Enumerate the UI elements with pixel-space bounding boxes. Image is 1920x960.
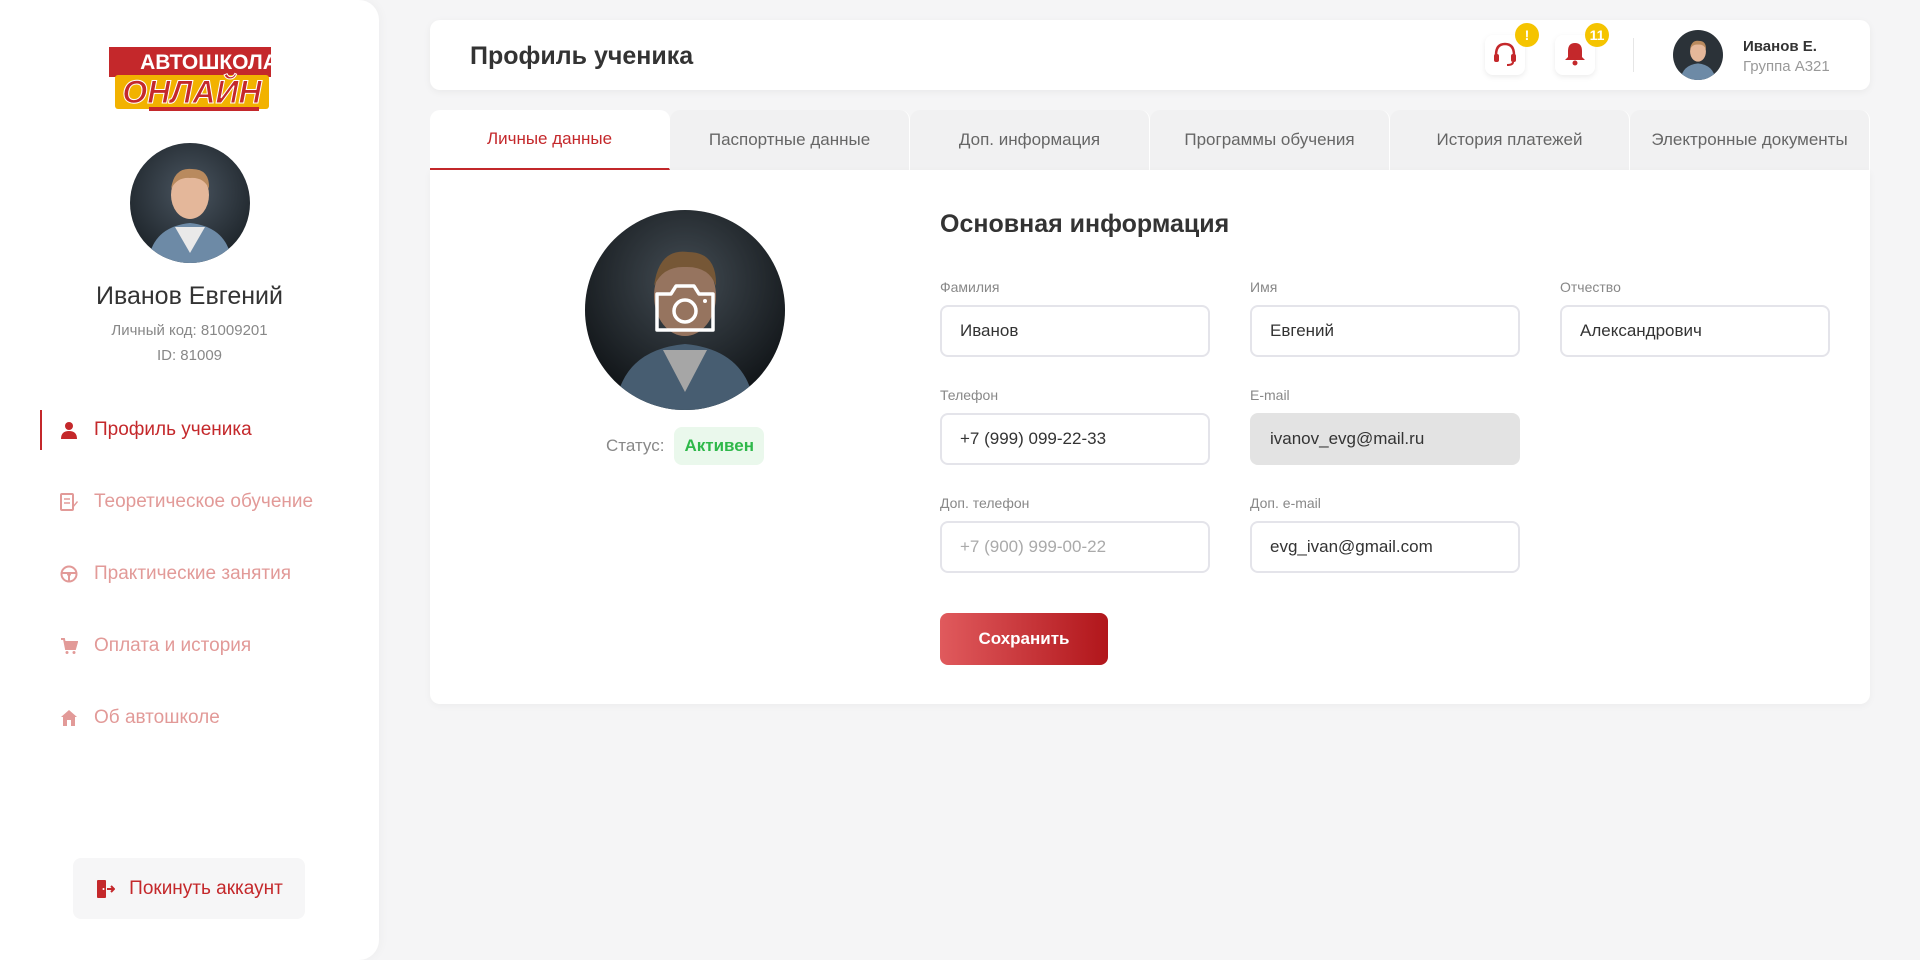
notifications-badge: 11 <box>1585 23 1609 47</box>
sidebar-user-id: ID: 81009 <box>156 347 223 364</box>
tab-passport-data[interactable]: Паспортные данные <box>670 110 910 170</box>
extra-email-input[interactable] <box>1250 521 1520 573</box>
logout-icon <box>95 879 116 899</box>
logo-line2: ОНЛАЙН <box>122 74 262 110</box>
profile-tabs: Личные данные Паспортные данные Доп. инф… <box>430 110 1870 170</box>
support-button[interactable]: ! <box>1485 23 1539 75</box>
save-button[interactable]: Сохранить <box>940 613 1108 665</box>
extra-phone-input[interactable] <box>940 521 1210 573</box>
sidebar-item-theory[interactable]: Теоретическое обучение <box>40 482 379 522</box>
header-user-name: Иванов Е. <box>1743 38 1817 55</box>
first-name-input[interactable] <box>1250 305 1520 357</box>
sidebar-item-about[interactable]: Об автошколе <box>40 698 379 738</box>
support-badge: ! <box>1515 23 1539 47</box>
status-row: Статус: Активен <box>606 426 764 466</box>
cart-icon <box>60 637 78 655</box>
extra-phone-label: Доп. телефон <box>940 495 1030 511</box>
home-icon <box>60 709 78 727</box>
first-name-label: Имя <box>1250 279 1278 295</box>
sidebar-item-label: Теоретическое обучение <box>94 491 314 512</box>
steering-wheel-icon <box>60 565 78 583</box>
patronymic-input[interactable] <box>1560 305 1830 357</box>
header-user-group: Группа А321 <box>1743 58 1830 75</box>
headset-icon <box>1492 40 1518 71</box>
sidebar-item-label: Об автошколе <box>94 707 220 728</box>
status-badge: Активен <box>674 427 764 465</box>
sidebar-item-payment[interactable]: Оплата и история <box>40 626 379 666</box>
patronymic-label: Отчество <box>1560 279 1621 295</box>
tab-payment-history[interactable]: История платежей <box>1390 110 1630 170</box>
tab-extra-info[interactable]: Доп. информация <box>910 110 1150 170</box>
user-icon <box>60 421 78 439</box>
top-header: Профиль ученика ! 11 Иванов Е. Группа А3… <box>430 20 1870 90</box>
page-title: Профиль ученика <box>470 42 694 70</box>
sidebar-user-name: Иванов Евгений <box>96 282 283 310</box>
tab-documents[interactable]: Электронные документы <box>1630 110 1870 170</box>
notifications-button[interactable]: 11 <box>1555 23 1609 75</box>
status-label: Статус: <box>606 436 665 455</box>
sidebar-item-profile[interactable]: Профиль ученика <box>40 410 379 450</box>
sidebar-item-practice[interactable]: Практические занятия <box>40 554 379 594</box>
camera-icon <box>653 282 717 339</box>
tab-personal-data[interactable]: Личные данные <box>430 110 670 170</box>
edit-icon <box>60 493 78 511</box>
bell-icon <box>1562 40 1588 71</box>
sidebar: АВТОШКОЛА ОНЛАЙН Иванов Евгений Личный к… <box>0 0 379 960</box>
sidebar-avatar <box>130 143 250 263</box>
header-avatar[interactable] <box>1673 30 1723 80</box>
last-name-label: Фамилия <box>940 279 1000 295</box>
phone-input[interactable] <box>940 413 1210 465</box>
sidebar-personal-code: Личный код: 81009201 <box>111 322 268 339</box>
sidebar-nav: Профиль ученика Теоретическое обучение П… <box>40 410 379 770</box>
sidebar-item-label: Оплата и история <box>94 635 252 656</box>
header-divider <box>1633 38 1634 72</box>
logout-button[interactable]: Покинуть аккаунт <box>73 858 305 919</box>
tab-programs[interactable]: Программы обучения <box>1150 110 1390 170</box>
logout-label: Покинуть аккаунт <box>129 877 283 899</box>
email-label: E-mail <box>1250 387 1290 403</box>
logo-line1: АВТОШКОЛА <box>140 51 271 74</box>
sidebar-item-label: Практические занятия <box>94 563 292 584</box>
section-title: Основная информация <box>940 210 1230 238</box>
profile-card: Статус: Активен Основная информация Фами… <box>430 170 1870 704</box>
phone-label: Телефон <box>940 387 999 403</box>
extra-email-label: Доп. e-mail <box>1250 495 1321 511</box>
email-input <box>1250 413 1520 465</box>
profile-photo-upload[interactable] <box>585 210 785 410</box>
sidebar-item-label: Профиль ученика <box>94 419 252 440</box>
last-name-input[interactable] <box>940 305 1210 357</box>
logo[interactable]: АВТОШКОЛА ОНЛАЙН <box>109 47 271 113</box>
